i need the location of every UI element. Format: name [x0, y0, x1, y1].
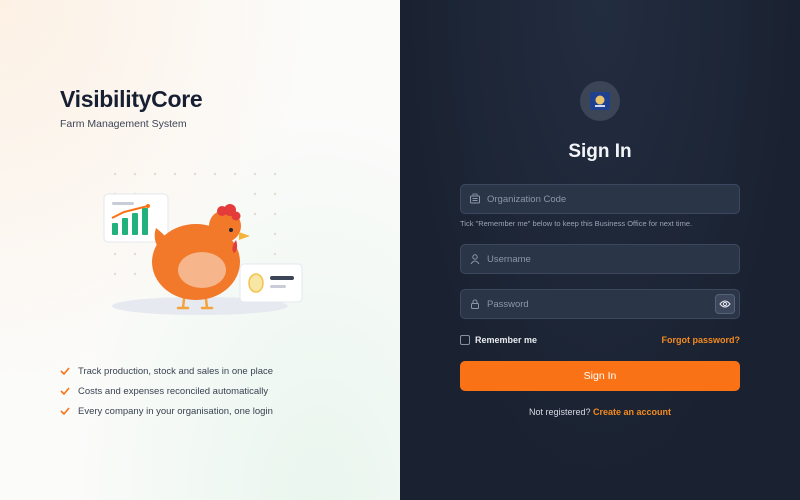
sign-in-panel: Sign In Tick "Remember me" below to keep…	[400, 0, 800, 500]
feature-item: Costs and expenses reconciled automatica…	[60, 381, 273, 401]
form-title: Sign In	[568, 141, 632, 162]
brand-subtitle: Farm Management System	[60, 118, 187, 130]
username-field[interactable]	[460, 244, 740, 274]
remember-me-label: Remember me	[475, 335, 538, 345]
forgot-password-link[interactable]: Forgot password?	[662, 335, 741, 345]
sign-in-button[interactable]: Sign In	[460, 361, 740, 391]
register-prompt-text: Not registered?	[528, 407, 591, 417]
remember-me-checkbox[interactable]	[460, 335, 470, 345]
brand-panel: VisibilityCore Farm Management System Tr…	[0, 0, 400, 500]
check-icon	[60, 407, 70, 416]
organization-code-field[interactable]	[460, 184, 740, 214]
egg-card	[239, 263, 303, 303]
feature-text: Every company in your organisation, one …	[78, 405, 273, 417]
logo-emblem-icon	[590, 92, 610, 110]
feature-list: Track production, stock and sales in one…	[60, 361, 273, 421]
password-input[interactable]	[487, 290, 715, 318]
feature-item: Track production, stock and sales in one…	[60, 361, 273, 381]
show-password-toggle[interactable]	[715, 294, 735, 314]
username-input[interactable]	[487, 245, 739, 273]
password-field[interactable]	[460, 289, 740, 319]
lock-icon	[471, 299, 479, 309]
check-icon	[60, 367, 70, 376]
feature-text: Costs and expenses reconciled automatica…	[78, 385, 269, 397]
brand-name: VisibilityCore	[60, 86, 203, 112]
create-account-link[interactable]: Create an account	[593, 407, 671, 417]
feature-text: Track production, stock and sales in one…	[78, 365, 274, 377]
organization-hint: Tick "Remember me" below to keep this Bu…	[460, 219, 693, 228]
eye-icon	[719, 300, 731, 308]
remember-me[interactable]: Remember me	[460, 335, 537, 345]
building-icon	[470, 193, 480, 204]
feature-item: Every company in your organisation, one …	[60, 401, 273, 421]
register-prompt: Not registered? Create an account	[400, 407, 800, 417]
company-logo	[580, 81, 620, 121]
hen-illustration	[103, 172, 303, 315]
user-icon	[470, 254, 480, 265]
check-icon	[60, 387, 70, 396]
organization-code-input[interactable]	[487, 185, 739, 213]
